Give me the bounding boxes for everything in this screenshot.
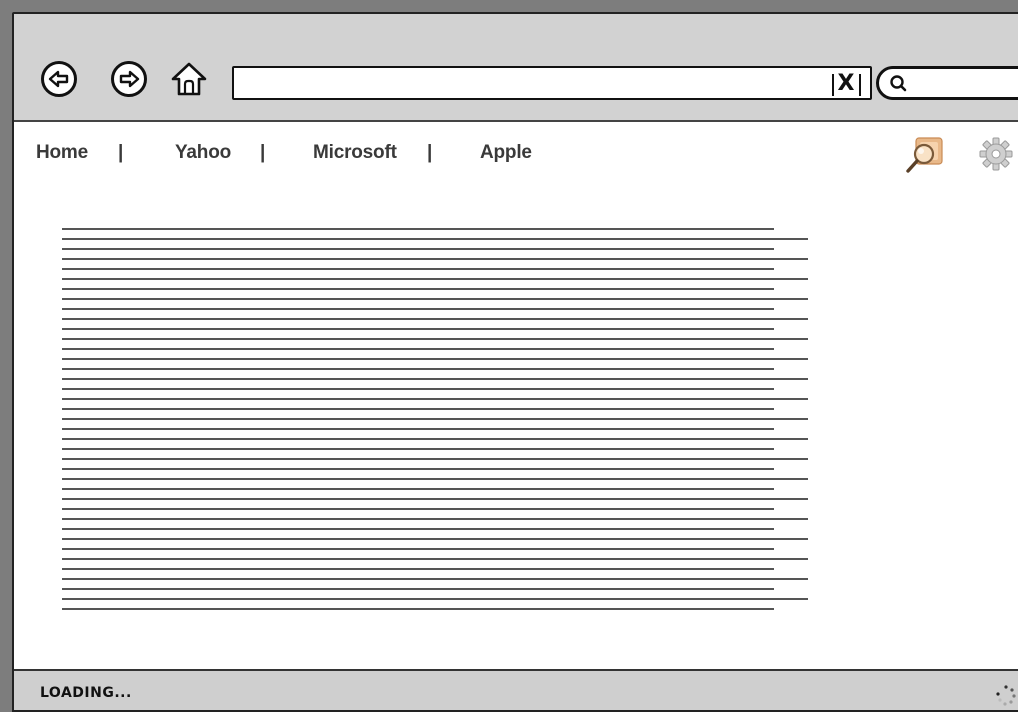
spinner-icon — [996, 685, 1016, 706]
status-bar: LOADING... — [14, 669, 1018, 710]
browser-window: X Home | Yahoo | Microsoft | Apple LOADI… — [12, 12, 1018, 712]
status-text: LOADING... — [40, 685, 132, 701]
text-lines — [62, 228, 808, 610]
placeholder-text-block — [62, 228, 808, 610]
